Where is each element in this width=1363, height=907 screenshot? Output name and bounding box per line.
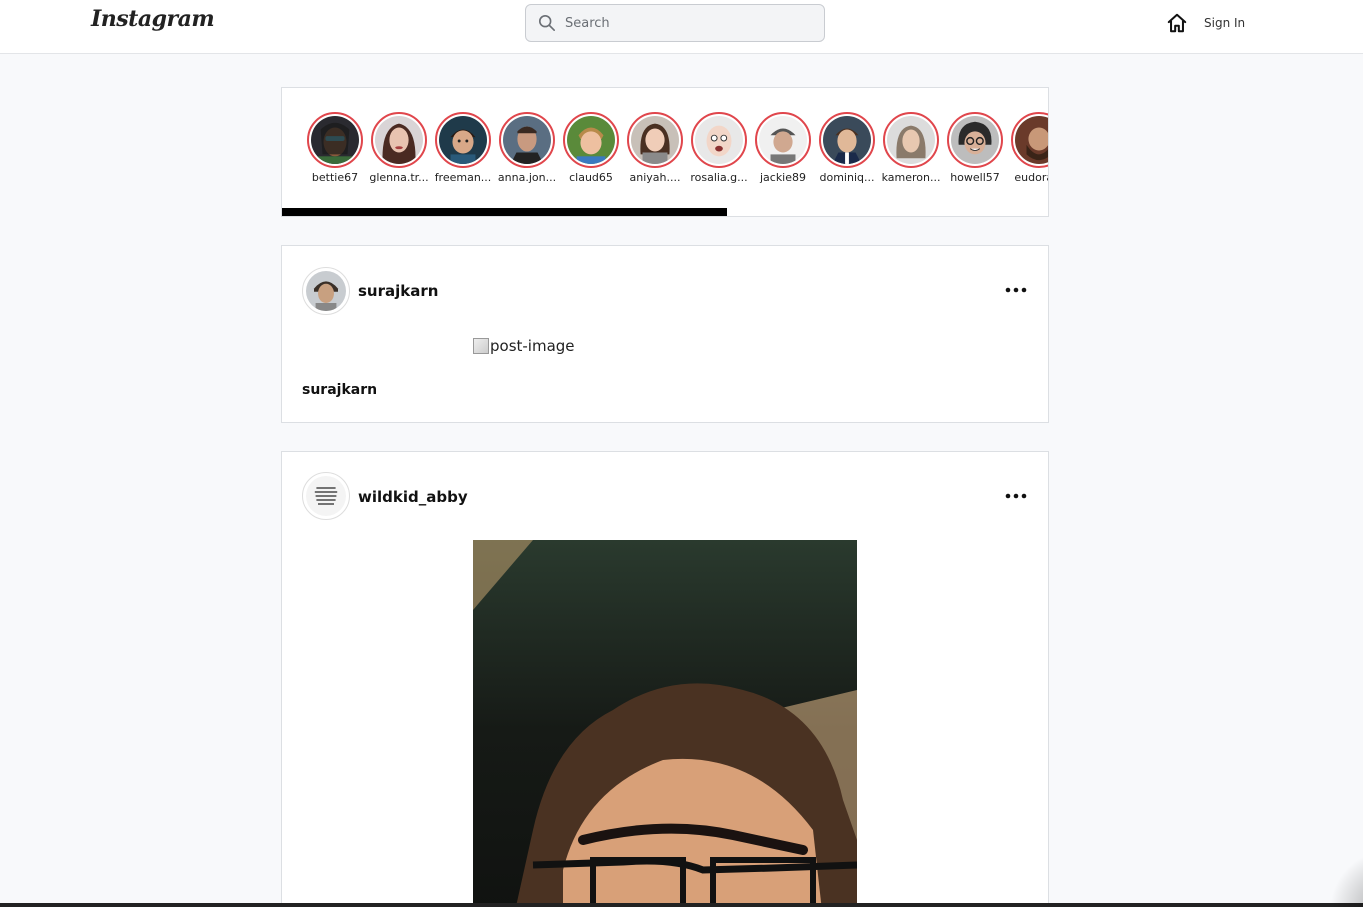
story-username: anna.jon... [497,171,557,184]
stories-bar[interactable]: bettie67 glenna.tr... freeman... anna.jo… [281,87,1049,217]
search-input[interactable] [565,15,805,31]
story-ring [947,112,1003,168]
top-navbar: Instagram Sign In [0,0,1363,54]
story-ring [627,112,683,168]
story-ring [435,112,491,168]
broken-image-icon [473,338,489,354]
story-ring [307,112,363,168]
avatar[interactable] [302,267,350,315]
post-card: wildkid_abby [281,451,1049,907]
post-card: surajkarn post-image surajkarn [281,245,1049,423]
story-username: dominiq... [819,171,875,184]
story-ring [819,112,875,168]
story-username: aniyah.... [629,171,681,184]
story-ring [1011,112,1048,168]
story-item[interactable]: glenna.tr... [369,112,429,184]
search-icon [538,14,556,32]
story-username: kameron... [881,171,941,184]
story-ring [883,112,939,168]
story-item[interactable]: dominiq... [817,112,877,184]
story-ring [499,112,555,168]
post-username[interactable]: surajkarn [358,282,438,300]
avatar [439,116,487,164]
story-ring [563,112,619,168]
story-item[interactable]: jackie89 [753,112,813,184]
avatar [951,116,999,164]
story-item[interactable]: anna.jon... [497,112,557,184]
avatar [887,116,935,164]
sign-in-link[interactable]: Sign In [1204,16,1245,30]
post-image: post-image [473,337,575,355]
story-item[interactable]: bettie67 [305,112,365,184]
post-username[interactable]: wildkid_abby [358,488,468,506]
avatar[interactable] [302,472,350,520]
story-item[interactable]: eudora... [1009,112,1048,184]
avatar [503,116,551,164]
post-image-alt: post-image [490,337,575,355]
story-username: jackie89 [759,171,807,184]
more-options-icon[interactable] [1004,285,1028,295]
corner-shadow [1330,840,1363,907]
avatar [759,116,807,164]
avatar [695,116,743,164]
story-username: bettie67 [311,171,359,184]
story-username: freeman... [434,171,492,184]
avatar [567,116,615,164]
search-box[interactable] [525,4,825,42]
story-username: claud65 [569,171,613,184]
story-item[interactable]: rosalia.g... [689,112,749,184]
more-options-icon[interactable] [1004,491,1028,501]
story-item[interactable]: claud65 [561,112,621,184]
post-photo[interactable] [473,540,857,907]
story-item[interactable]: kameron... [881,112,941,184]
story-username: rosalia.g... [690,171,748,184]
home-icon[interactable] [1166,12,1188,34]
avatar [631,116,679,164]
avatar [1015,116,1048,164]
story-ring [755,112,811,168]
window-bottom-edge [0,903,1363,907]
story-username: howell57 [950,171,1000,184]
story-item[interactable]: aniyah.... [625,112,685,184]
stories-scrollbar[interactable] [282,208,727,216]
instagram-logo[interactable]: Instagram [91,6,215,32]
story-item[interactable]: howell57 [945,112,1005,184]
story-ring [371,112,427,168]
caption-username[interactable]: surajkarn [302,382,377,398]
avatar [823,116,871,164]
story-username: glenna.tr... [369,171,429,184]
story-username: eudora... [1014,171,1048,184]
story-ring [691,112,747,168]
story-item[interactable]: freeman... [433,112,493,184]
avatar [311,116,359,164]
avatar [375,116,423,164]
